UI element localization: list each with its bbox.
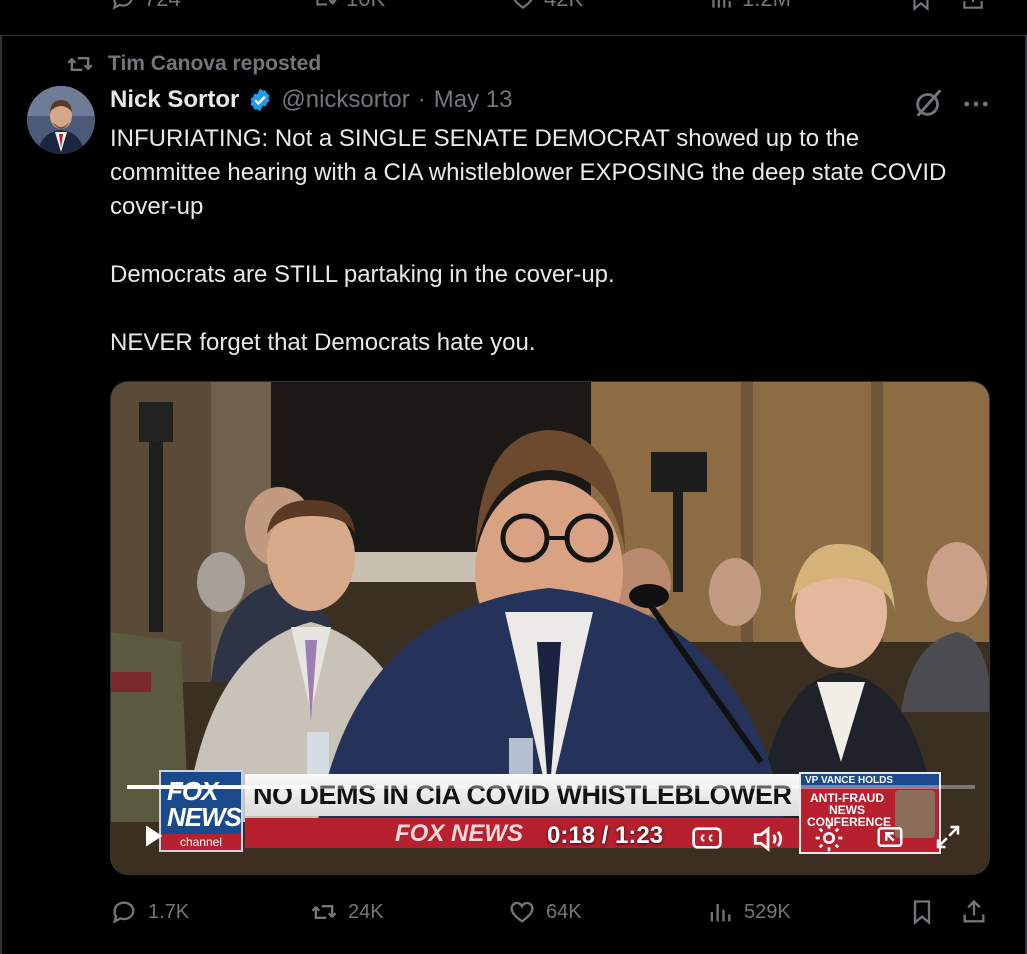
bookmark-icon bbox=[913, 0, 929, 12]
tweet-date[interactable]: May 13 bbox=[434, 86, 513, 114]
tweet-paragraph-2: Democrats are STILL partaking in the cov… bbox=[110, 261, 615, 288]
heart-icon bbox=[513, 0, 533, 9]
more-options-icon[interactable] bbox=[960, 88, 992, 120]
repost-button[interactable]: 24K bbox=[310, 898, 384, 926]
separator-dot: · bbox=[417, 86, 426, 113]
share-icon bbox=[963, 899, 985, 923]
repost-label: Tim Canova reposted bbox=[108, 52, 322, 75]
like-button[interactable]: 64K bbox=[508, 898, 582, 926]
views-icon bbox=[712, 0, 731, 8]
author-name[interactable]: Nick Sortor bbox=[110, 86, 239, 114]
video-time: 0:18 / 1:23 bbox=[547, 822, 664, 849]
author-handle[interactable]: @nicksortor bbox=[281, 86, 409, 114]
prev-like-button[interactable]: 42K bbox=[510, 0, 583, 12]
prev-reply-button[interactable]: 724 bbox=[110, 0, 181, 12]
tweet-header: Nick Sortor @nicksortor · May 13 bbox=[110, 86, 512, 114]
like-count: 64K bbox=[546, 900, 582, 923]
video-progress-fill bbox=[127, 785, 312, 789]
prev-like-count: 42K bbox=[544, 0, 583, 12]
volume-icon[interactable] bbox=[751, 822, 785, 856]
reply-button[interactable]: 1.7K bbox=[110, 898, 189, 926]
tweet-text: INFURIATING: Not a SINGLE SENATE DEMOCRA… bbox=[110, 122, 970, 360]
video-progress-bar[interactable] bbox=[127, 785, 975, 789]
bookmark-icon bbox=[913, 900, 931, 925]
views-count: 529K bbox=[744, 900, 791, 923]
prev-reply-count: 724 bbox=[144, 0, 181, 12]
repost-icon bbox=[67, 57, 93, 71]
verified-badge-icon[interactable] bbox=[247, 87, 273, 113]
prev-share-button[interactable] bbox=[960, 0, 986, 12]
grok-icon[interactable] bbox=[912, 86, 946, 120]
prev-views-count: 1.2M bbox=[742, 0, 791, 12]
repost-icon bbox=[311, 905, 337, 919]
repost-count: 24K bbox=[348, 900, 384, 923]
fullscreen-icon[interactable] bbox=[933, 822, 963, 852]
prev-bookmark-button[interactable] bbox=[908, 0, 934, 12]
left-border bbox=[0, 36, 2, 954]
prev-repost-count: 10K bbox=[346, 0, 385, 12]
news-headline: NO DEMS IN CIA COVID WHISTLEBLOWER HEARI… bbox=[245, 774, 920, 816]
previous-tweet-actions: 724 10K 42K 1.2M bbox=[0, 0, 1027, 36]
reply-count: 1.7K bbox=[148, 900, 190, 923]
views-button[interactable]: 529K bbox=[706, 898, 791, 926]
repost-indicator[interactable]: Tim Canova reposted bbox=[66, 50, 321, 78]
picture-in-picture-icon[interactable] bbox=[875, 822, 905, 852]
avatar[interactable] bbox=[27, 86, 95, 154]
tweet-paragraph-1: INFURIATING: Not a SINGLE SENATE DEMOCRA… bbox=[110, 125, 947, 220]
tweet-action-bar: 1.7K 24K 64K 529K bbox=[110, 898, 990, 934]
repost-icon bbox=[316, 0, 337, 6]
settings-gear-icon[interactable] bbox=[813, 822, 845, 854]
heart-icon bbox=[510, 901, 534, 923]
video-player[interactable]: FOX NEWS channel NO DEMS IN CIA COVID WH… bbox=[110, 381, 990, 875]
views-icon bbox=[710, 903, 731, 922]
avatar-image bbox=[27, 86, 95, 154]
reply-icon bbox=[112, 901, 135, 924]
share-button[interactable] bbox=[960, 898, 988, 926]
play-icon[interactable] bbox=[139, 822, 167, 850]
share-icon bbox=[963, 0, 983, 9]
bookmark-button[interactable] bbox=[908, 898, 936, 926]
captions-icon[interactable] bbox=[691, 822, 723, 854]
reply-icon bbox=[112, 0, 133, 10]
video-controls: 0:18 / 1:23 bbox=[111, 818, 989, 858]
prev-views-button[interactable]: 1.2M bbox=[708, 0, 791, 12]
prev-repost-button[interactable]: 10K bbox=[312, 0, 385, 12]
tweet-paragraph-3: NEVER forget that Democrats hate you. bbox=[110, 329, 536, 356]
